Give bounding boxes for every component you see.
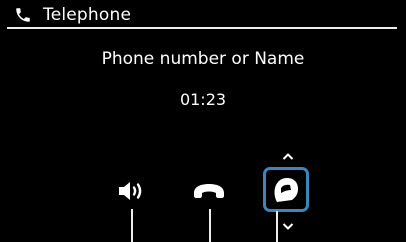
call-duration: 01:23 [179,90,227,109]
speaker-leader-line [131,209,133,242]
hang-up-icon [194,184,224,198]
phone-icon [16,8,30,22]
helmet-icon [274,178,298,202]
chevron-down-icon [282,223,294,230]
chevron-up-icon [282,153,294,160]
page-title: Telephone [43,5,132,25]
hang-up-leader-line [209,209,211,242]
helmet-leader-line [276,211,278,242]
title-bar: Telephone [7,3,397,29]
helmet-intercom-button[interactable] [270,174,302,206]
hang-up-button[interactable] [191,178,227,204]
speaker-volume-button[interactable] [117,176,147,206]
call-target-label: Phone number or Name [101,49,305,69]
speaker-volume-icon [119,182,142,200]
